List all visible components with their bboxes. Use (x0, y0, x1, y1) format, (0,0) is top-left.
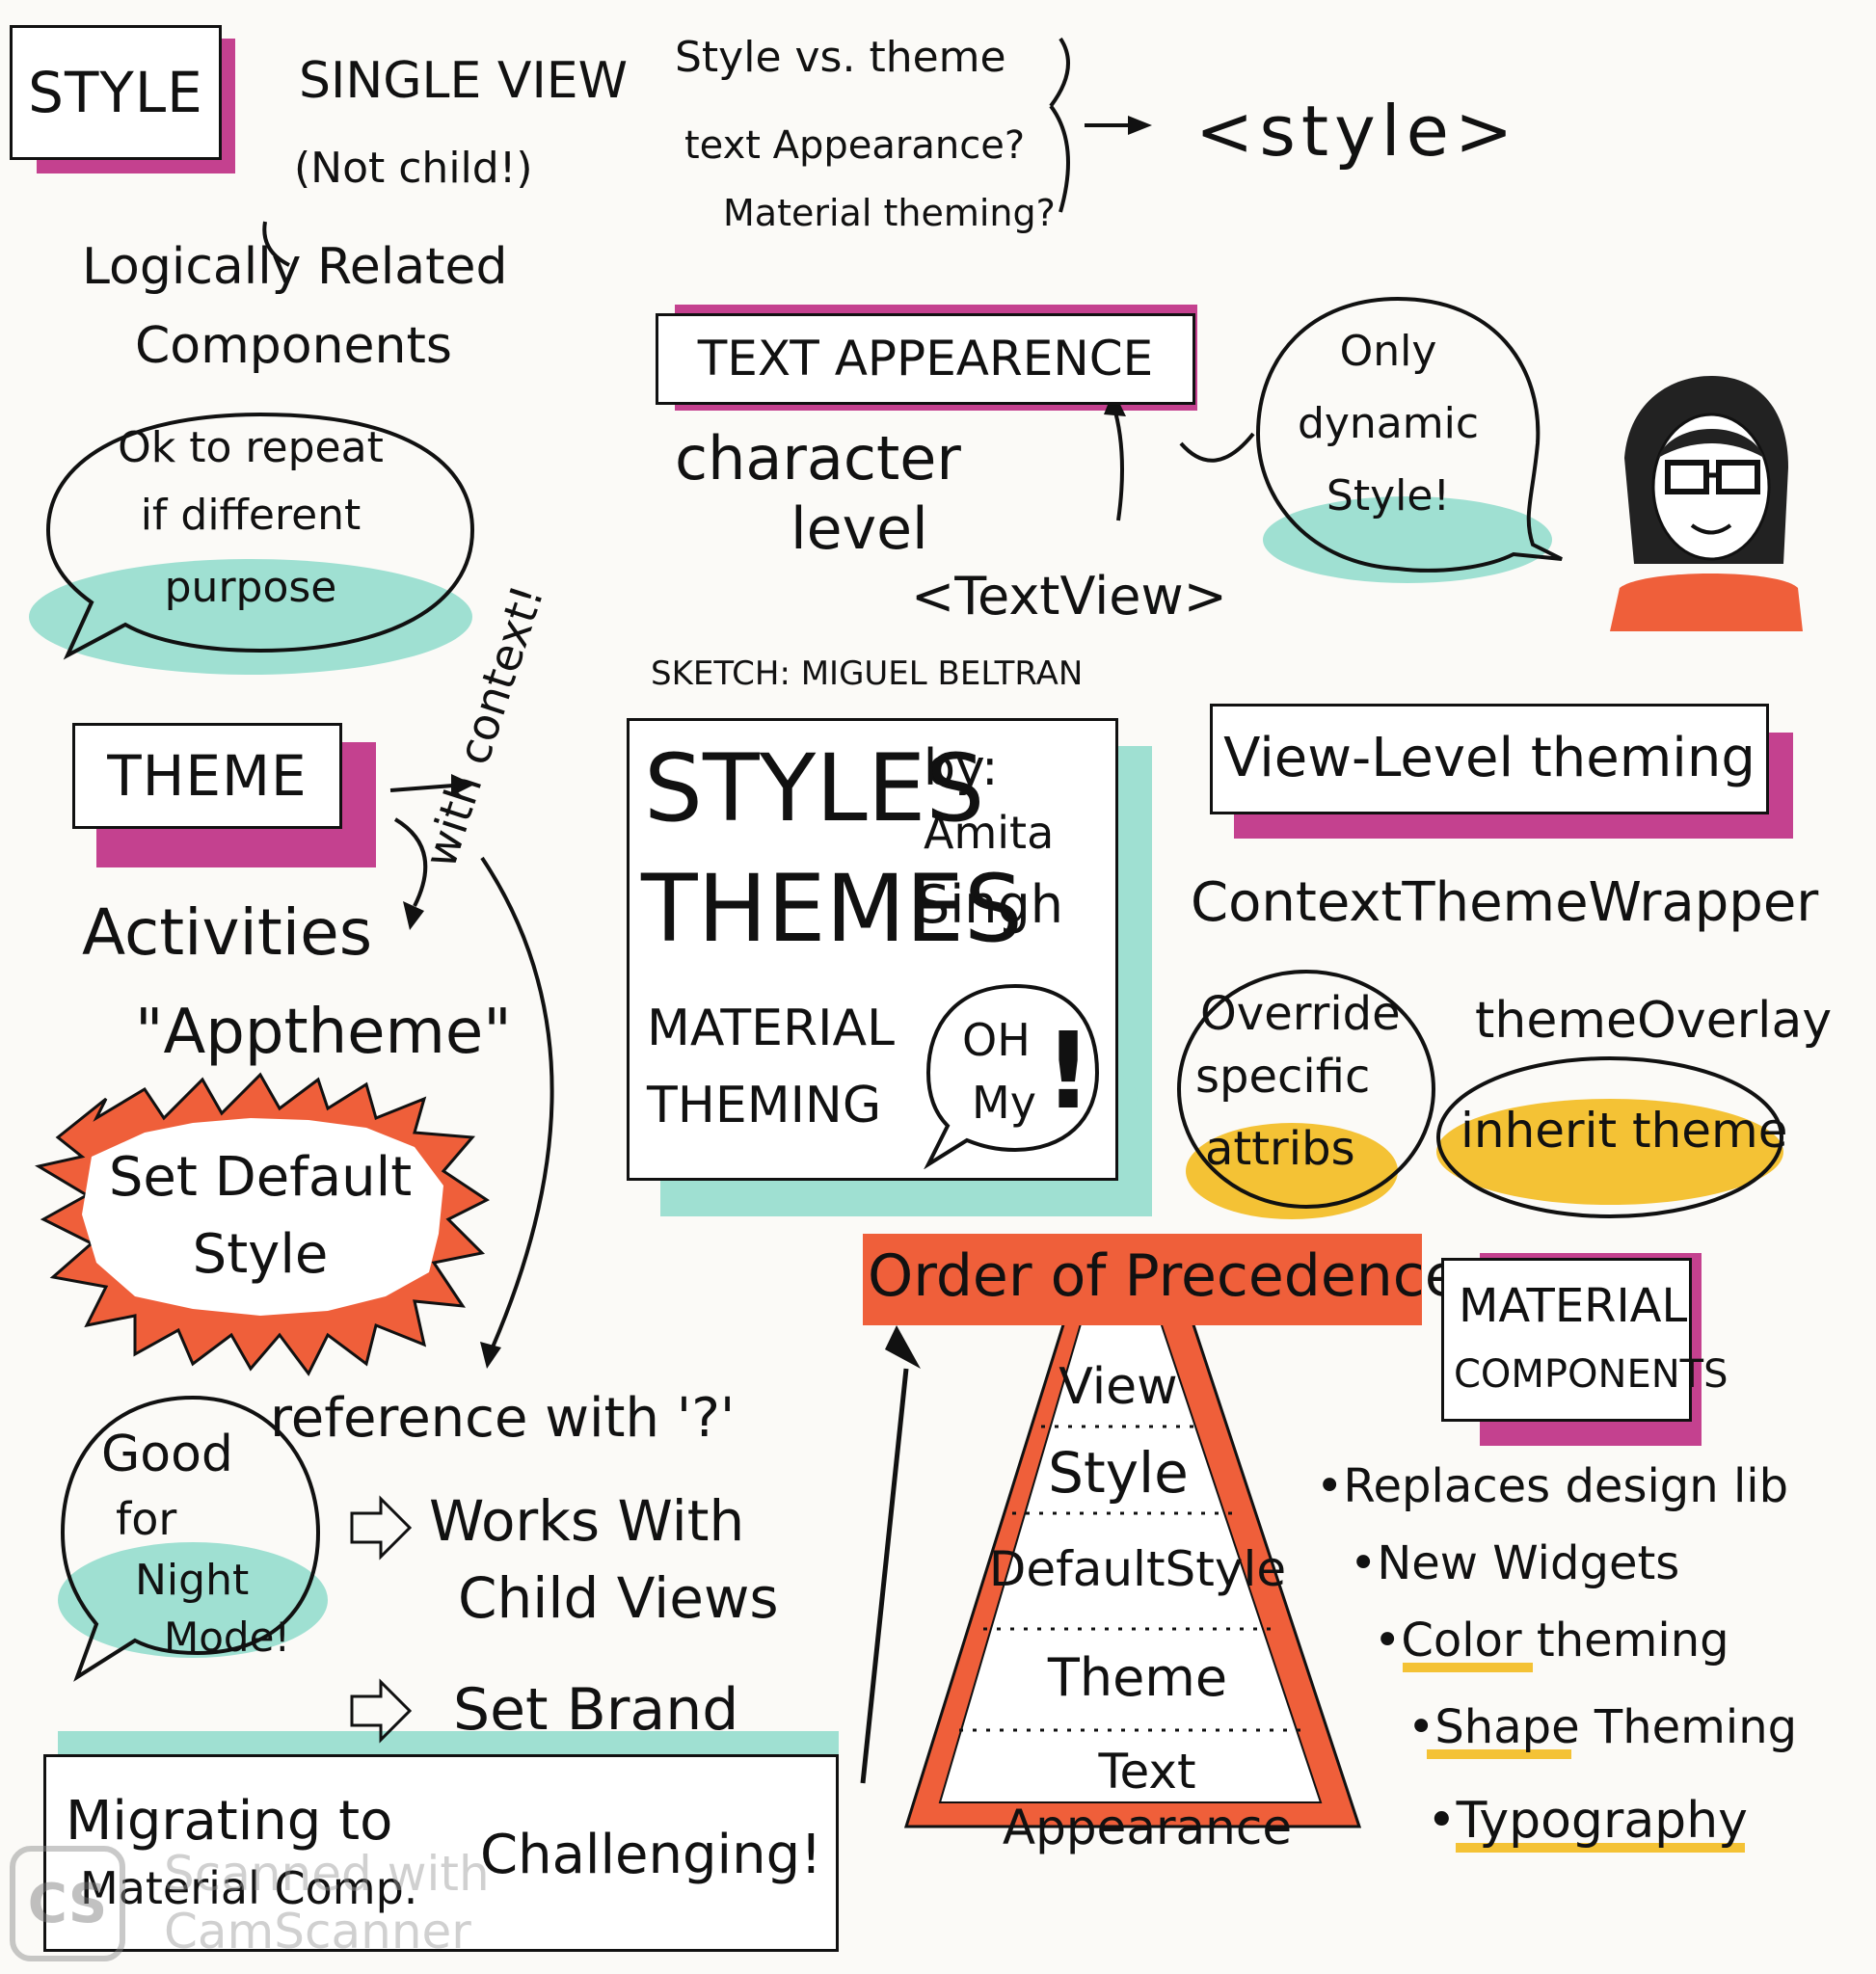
material-bullet-4: •Shape Theming (1407, 1700, 1798, 1754)
style-vs-theme-line-1: Style vs. theme (675, 33, 1006, 82)
style-title: STYLE (28, 59, 203, 125)
style-tag-label: <style> (1195, 91, 1519, 172)
precedence-level-style: Style (1048, 1440, 1189, 1506)
burst-line-1: Set Default (108, 1146, 413, 1209)
card-author-2: Singh (917, 874, 1064, 935)
override-line-3: attribs (1205, 1122, 1355, 1176)
child-views-label: Child Views (458, 1565, 779, 1631)
activities-label: Activities (82, 895, 373, 970)
dynamic-bubble-line-1: Only (1339, 327, 1437, 376)
view-level-box: View-Level theming (1210, 704, 1769, 814)
repeat-bubble-line-3: purpose (164, 563, 337, 612)
card-oh: OH (962, 1014, 1031, 1066)
material-title-1: MATERIAL (1459, 1279, 1688, 1333)
style-title-box: STYLE (10, 25, 222, 160)
override-line-2: specific (1195, 1050, 1371, 1104)
style-vs-theme-line-2: text Appearance? (684, 123, 1026, 168)
style-vs-theme-line-3: Material theming? (723, 192, 1056, 234)
level-label: level (791, 495, 928, 563)
night-line-1: Good (101, 1426, 233, 1483)
material-title-2: COMPONENTS (1454, 1352, 1729, 1397)
migrating-result: Challenging! (480, 1824, 822, 1886)
camscanner-logo: CS (10, 1846, 125, 1961)
reference-label: reference with '?' (270, 1387, 736, 1450)
night-line-3: Night (135, 1556, 250, 1605)
apptheme-label: "Apptheme" (135, 997, 512, 1068)
sketch-credit: SKETCH: MIGUEL BELTRAN (651, 654, 1084, 693)
center-title-card: STYLES THEMES MATERIAL THEMING by: Amita… (627, 718, 1118, 1181)
text-appearance-title: TEXT APPEARENCE (697, 330, 1154, 387)
not-child-label: (Not child!) (294, 144, 533, 193)
components-label: Components (135, 317, 452, 375)
material-components-box: MATERIAL COMPONENTS (1441, 1258, 1728, 1422)
view-level-title: View-Level theming (1223, 727, 1755, 790)
camscanner-logo-text: CS (27, 1872, 108, 1935)
watermark-line-2: CamScanner (164, 1904, 471, 1960)
card-by: by: (924, 739, 999, 797)
repeat-bubble-line-1: Ok to repeat (118, 423, 384, 472)
override-line-1: Override (1200, 987, 1401, 1041)
card-theming: THEMING (647, 1077, 882, 1134)
night-line-2: for (116, 1493, 177, 1545)
author-portrait (1610, 376, 1803, 631)
material-bullet-3: •Color theming (1374, 1614, 1729, 1667)
night-line-4: Mode! (164, 1614, 291, 1661)
card-my: My (972, 1077, 1036, 1129)
repeat-bubble-line-2: if different (140, 491, 362, 540)
wrapper-label: ContextThemeWrapper (1191, 871, 1819, 934)
dynamic-bubble-line-3: Style! (1326, 471, 1451, 520)
inherit-label: inherit theme (1461, 1103, 1788, 1159)
precedence-level-text-appearance: Text Appearance (1002, 1744, 1293, 1855)
theme-title-box: THEME (72, 723, 342, 829)
card-exclaim: ! (1044, 1009, 1093, 1133)
card-author-1: Amita (924, 807, 1055, 859)
logically-related-label: Logically Related (82, 238, 508, 296)
precedence-level-theme: Theme (1047, 1647, 1228, 1708)
textview-label: <TextView> (911, 566, 1227, 627)
theme-title: THEME (107, 742, 308, 809)
watermark-line-1: Scanned with (164, 1846, 490, 1902)
works-with-label: Works With (429, 1488, 745, 1554)
material-bullet-1: •Replaces design lib (1316, 1459, 1789, 1513)
set-brand-label: Set Brand (453, 1676, 739, 1744)
precedence-title: Order of Precedence (868, 1242, 1461, 1310)
overlay-label: themeOverlay (1475, 992, 1833, 1050)
burst-line-2: Style (192, 1223, 329, 1286)
material-bullet-2: •New Widgets (1350, 1536, 1680, 1590)
card-material: MATERIAL (647, 1000, 896, 1057)
dynamic-bubble-line-2: dynamic (1297, 399, 1480, 448)
text-appearance-box: TEXT APPEARENCE (656, 313, 1195, 405)
character-label: character (675, 423, 961, 494)
precedence-level-view: View (1059, 1358, 1178, 1416)
precedence-level-defaultstyle: DefaultStyle (988, 1541, 1287, 1597)
single-view-label: SINGLE VIEW (299, 52, 629, 110)
migrating-line-1: Migrating to (66, 1790, 393, 1853)
material-bullet-5: •Typography (1427, 1792, 1748, 1850)
